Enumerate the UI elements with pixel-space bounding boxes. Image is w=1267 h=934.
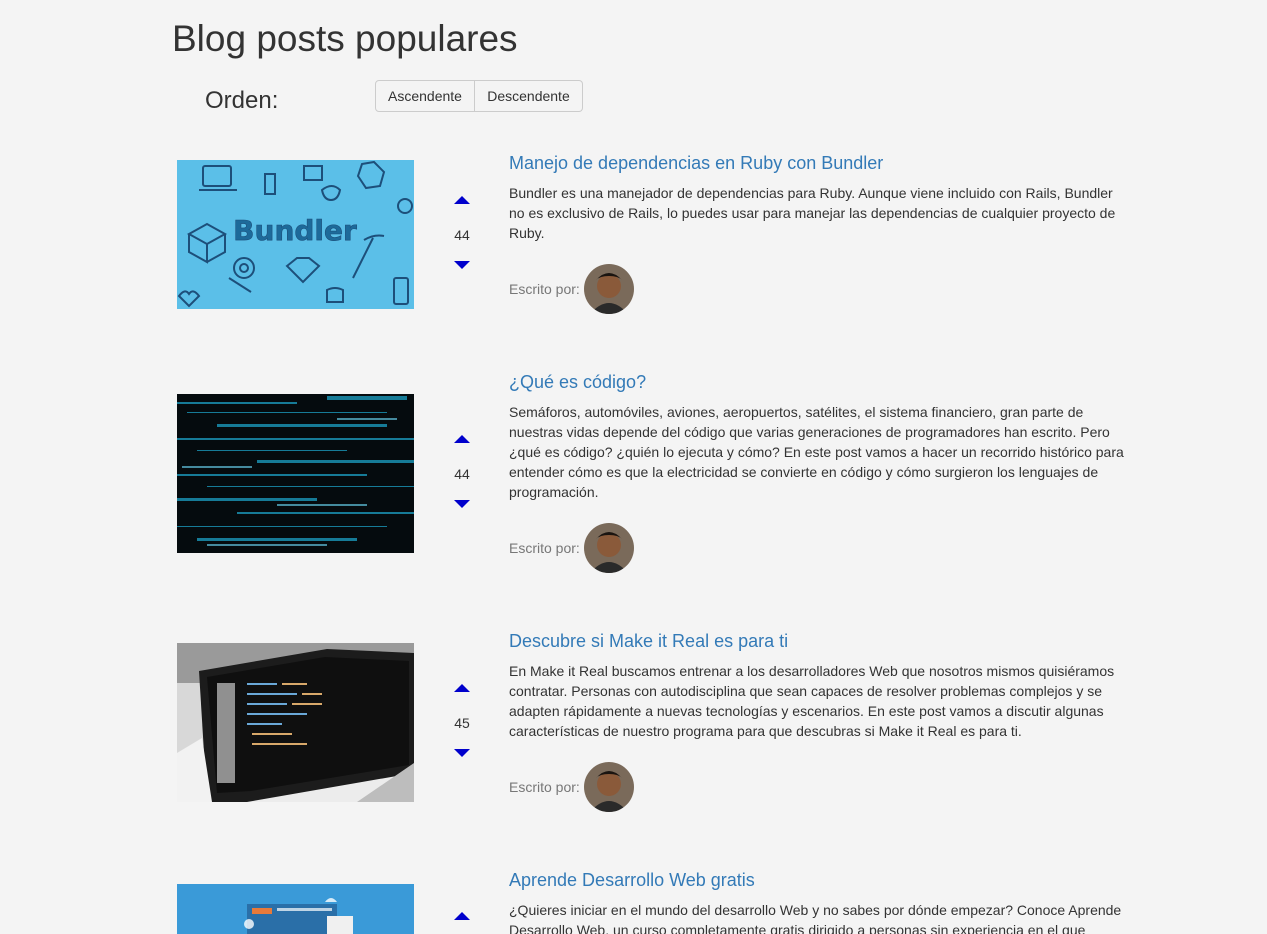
- author-label: Escrito por:: [509, 281, 580, 297]
- vote-count: 44: [454, 227, 470, 243]
- post-author: Escrito por:: [509, 762, 634, 812]
- post-item: Bundler 44 Manejo de dependencias en Rub…: [172, 150, 1132, 330]
- vote-count: 45: [454, 715, 470, 731]
- post-title-link[interactable]: Manejo de dependencias en Ruby con Bundl…: [509, 153, 1129, 174]
- upvote-arrow-icon[interactable]: [454, 912, 470, 920]
- post-excerpt: ¿Quieres iniciar en el mundo del desarro…: [509, 902, 1122, 934]
- post-thumbnail-code[interactable]: [177, 394, 414, 553]
- post-content: Manejo de dependencias en Ruby con Bundl…: [509, 153, 1129, 314]
- author-avatar[interactable]: [583, 264, 634, 314]
- post-item: 44 ¿Qué es código? Semáforos, automóvile…: [172, 370, 1132, 580]
- page-title: Blog posts populares: [172, 18, 518, 59]
- author-avatar[interactable]: [583, 762, 634, 812]
- post-thumbnail-laptop[interactable]: [177, 643, 414, 802]
- post-title-link[interactable]: Aprende Desarrollo Web gratis: [509, 870, 1129, 891]
- sort-ascending-button[interactable]: Ascendente: [375, 80, 475, 112]
- post-item: Aprende Desarrollo Web gratis ¿Quieres i…: [172, 869, 1132, 934]
- upvote-arrow-icon[interactable]: [454, 435, 470, 443]
- downvote-arrow-icon[interactable]: [454, 261, 470, 269]
- sort-descending-button[interactable]: Descendente: [475, 80, 583, 112]
- post-author: Escrito por:: [509, 264, 634, 314]
- author-avatar[interactable]: [583, 523, 634, 573]
- author-label: Escrito por:: [509, 779, 580, 795]
- sort-button-group: Ascendente Descendente: [375, 80, 583, 112]
- svg-text:Bundler: Bundler: [233, 214, 357, 247]
- post-excerpt: Semáforos, automóviles, aviones, aeropue…: [509, 404, 1124, 500]
- post-content: Aprende Desarrollo Web gratis ¿Quieres i…: [509, 870, 1129, 934]
- post-title-link[interactable]: ¿Qué es código?: [509, 372, 1129, 393]
- downvote-arrow-icon[interactable]: [454, 500, 470, 508]
- post-excerpt: En Make it Real buscamos entrenar a los …: [509, 663, 1115, 739]
- post-thumbnail-bundler[interactable]: Bundler: [177, 160, 414, 309]
- post-content: Descubre si Make it Real es para ti En M…: [509, 631, 1129, 812]
- post-item: 45 Descubre si Make it Real es para ti E…: [172, 630, 1132, 830]
- sort-label: Orden:: [205, 87, 279, 114]
- upvote-arrow-icon[interactable]: [454, 684, 470, 692]
- post-excerpt: Bundler es una manejador de dependencias…: [509, 185, 1116, 241]
- post-content: ¿Qué es código? Semáforos, automóviles, …: [509, 372, 1129, 573]
- post-thumbnail-webdev[interactable]: [177, 884, 414, 934]
- author-label: Escrito por:: [509, 540, 580, 556]
- post-title-link[interactable]: Descubre si Make it Real es para ti: [509, 631, 1129, 652]
- downvote-arrow-icon[interactable]: [454, 749, 470, 757]
- vote-count: 44: [454, 466, 470, 482]
- post-author: Escrito por:: [509, 523, 634, 573]
- upvote-arrow-icon[interactable]: [454, 196, 470, 204]
